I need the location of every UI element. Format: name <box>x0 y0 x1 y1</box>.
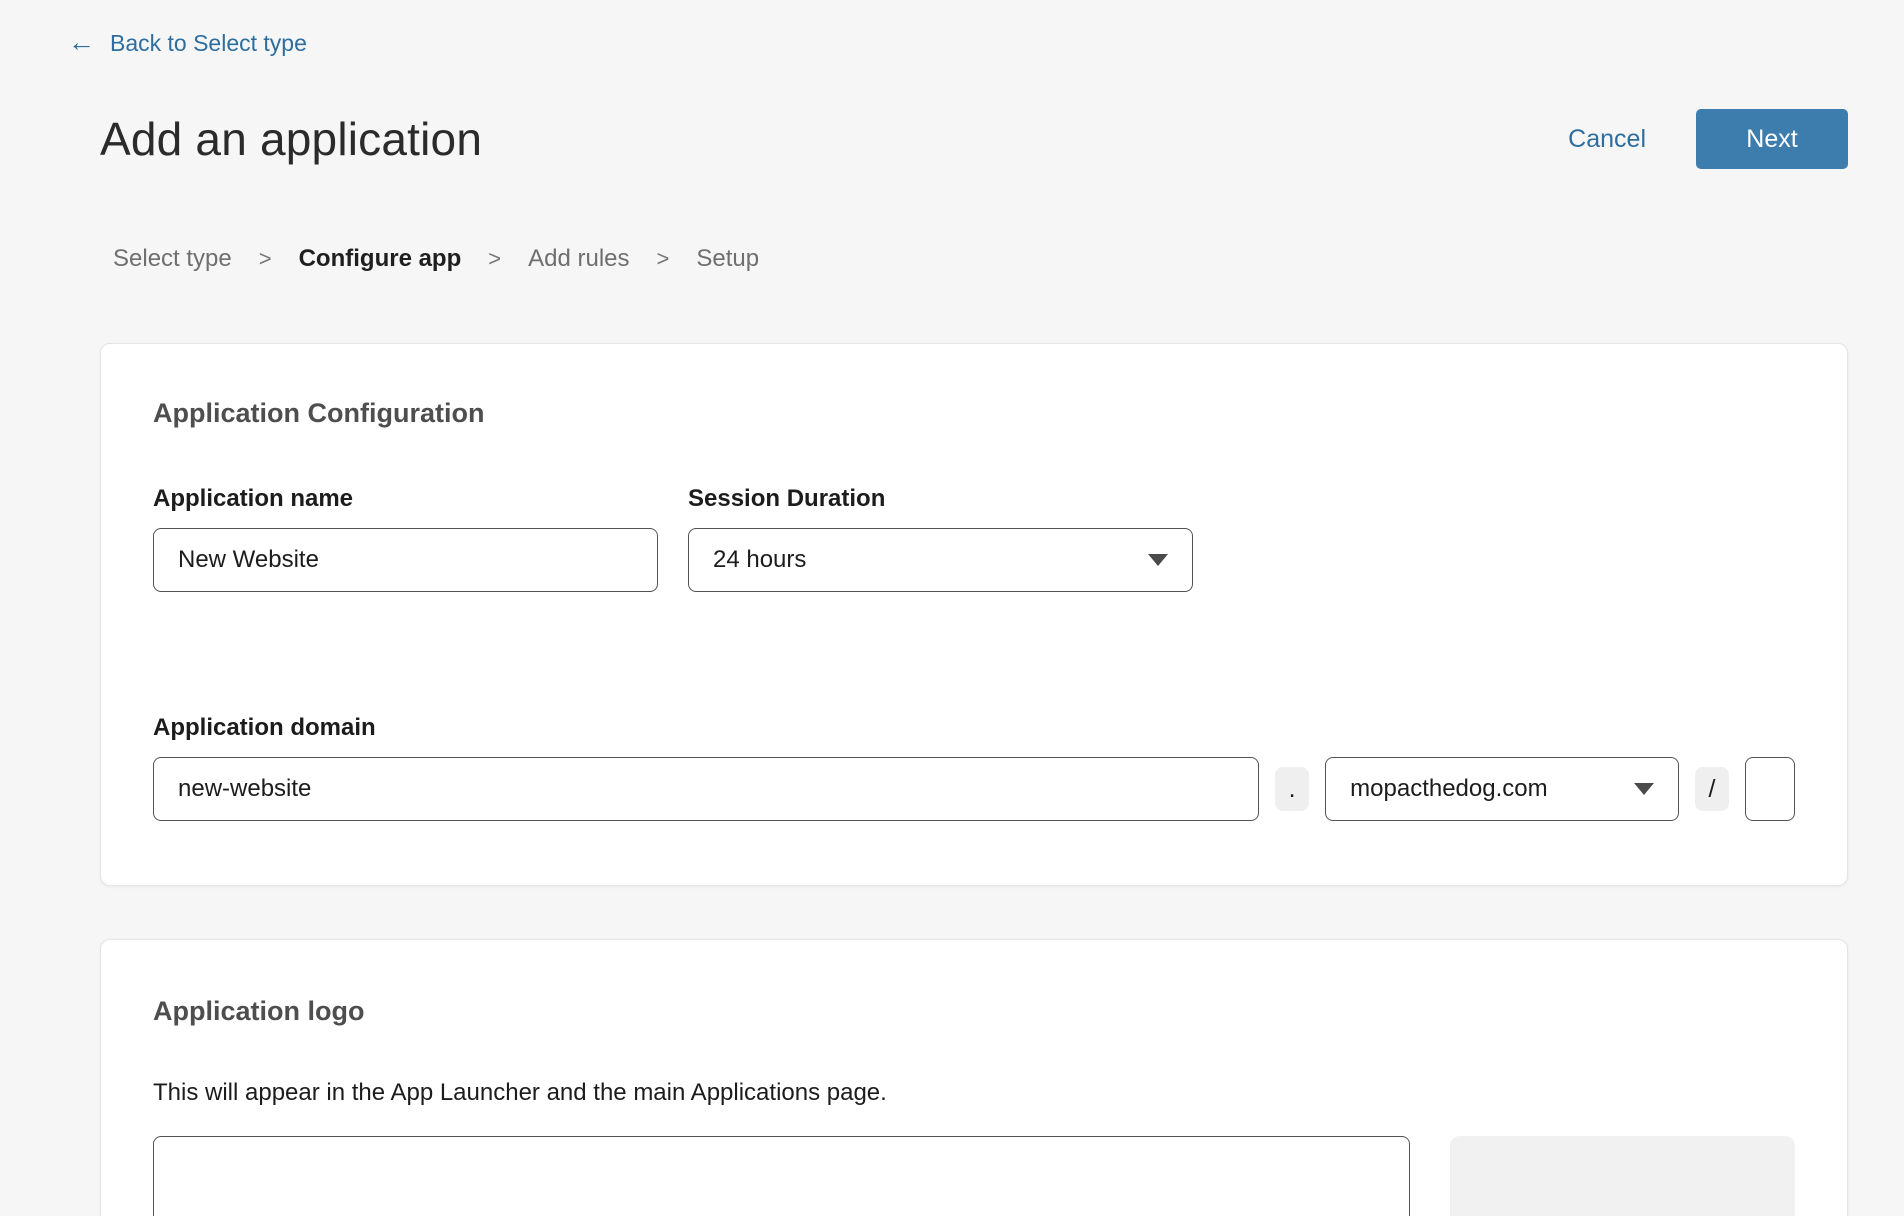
configuration-heading: Application Configuration <box>153 398 1795 429</box>
subdomain-input[interactable] <box>153 757 1259 821</box>
application-name-input[interactable] <box>153 528 658 592</box>
session-duration-select[interactable]: 24 hours <box>688 528 1193 592</box>
step-separator: > <box>259 246 272 272</box>
logo-row <box>153 1136 1795 1216</box>
back-to-select-type-link[interactable]: ← Back to Select type <box>68 30 307 57</box>
step-select-type: Select type <box>113 245 232 273</box>
back-arrow-icon: ← <box>68 29 95 56</box>
back-link-label: Back to Select type <box>110 30 307 57</box>
dot-separator-badge: . <box>1275 767 1309 811</box>
chevron-down-icon <box>1634 783 1654 795</box>
page-title: Add an application <box>100 112 482 166</box>
domain-select-value: mopacthedog.com <box>1350 775 1547 803</box>
back-row: ← Back to Select type <box>0 0 1904 57</box>
step-add-rules: Add rules <box>528 245 629 273</box>
logo-description: This will appear in the App Launcher and… <box>153 1079 1795 1107</box>
application-name-label: Application name <box>153 485 658 513</box>
wizard-steps: Select type > Configure app > Add rules … <box>113 245 1904 273</box>
chevron-down-icon <box>1148 554 1168 566</box>
step-separator: > <box>657 246 670 272</box>
application-domain-label: Application domain <box>153 714 1795 742</box>
application-domain-row: . mopacthedog.com / <box>153 757 1795 821</box>
step-separator: > <box>488 246 501 272</box>
application-configuration-card: Application Configuration Application na… <box>100 343 1848 886</box>
session-duration-label: Session Duration <box>688 485 1193 513</box>
session-duration-field: Session Duration 24 hours <box>688 485 1193 592</box>
application-logo-card: Application logo This will appear in the… <box>100 939 1848 1216</box>
path-input[interactable] <box>1745 757 1795 821</box>
logo-heading: Application logo <box>153 996 1795 1027</box>
logo-upload-box[interactable] <box>1450 1136 1795 1216</box>
application-name-field: Application name <box>153 485 658 592</box>
next-button[interactable]: Next <box>1696 109 1848 169</box>
slash-separator-badge: / <box>1695 767 1729 811</box>
step-setup: Setup <box>696 245 759 273</box>
logo-url-input[interactable] <box>153 1136 1410 1216</box>
step-configure-app: Configure app <box>299 245 462 273</box>
page-header: Add an application Cancel Next <box>100 109 1848 169</box>
name-session-row: Application name Session Duration 24 hou… <box>153 485 1795 592</box>
session-duration-value: 24 hours <box>713 546 806 574</box>
domain-select[interactable]: mopacthedog.com <box>1325 757 1679 821</box>
cancel-button[interactable]: Cancel <box>1568 125 1646 154</box>
header-actions: Cancel Next <box>1568 109 1848 169</box>
